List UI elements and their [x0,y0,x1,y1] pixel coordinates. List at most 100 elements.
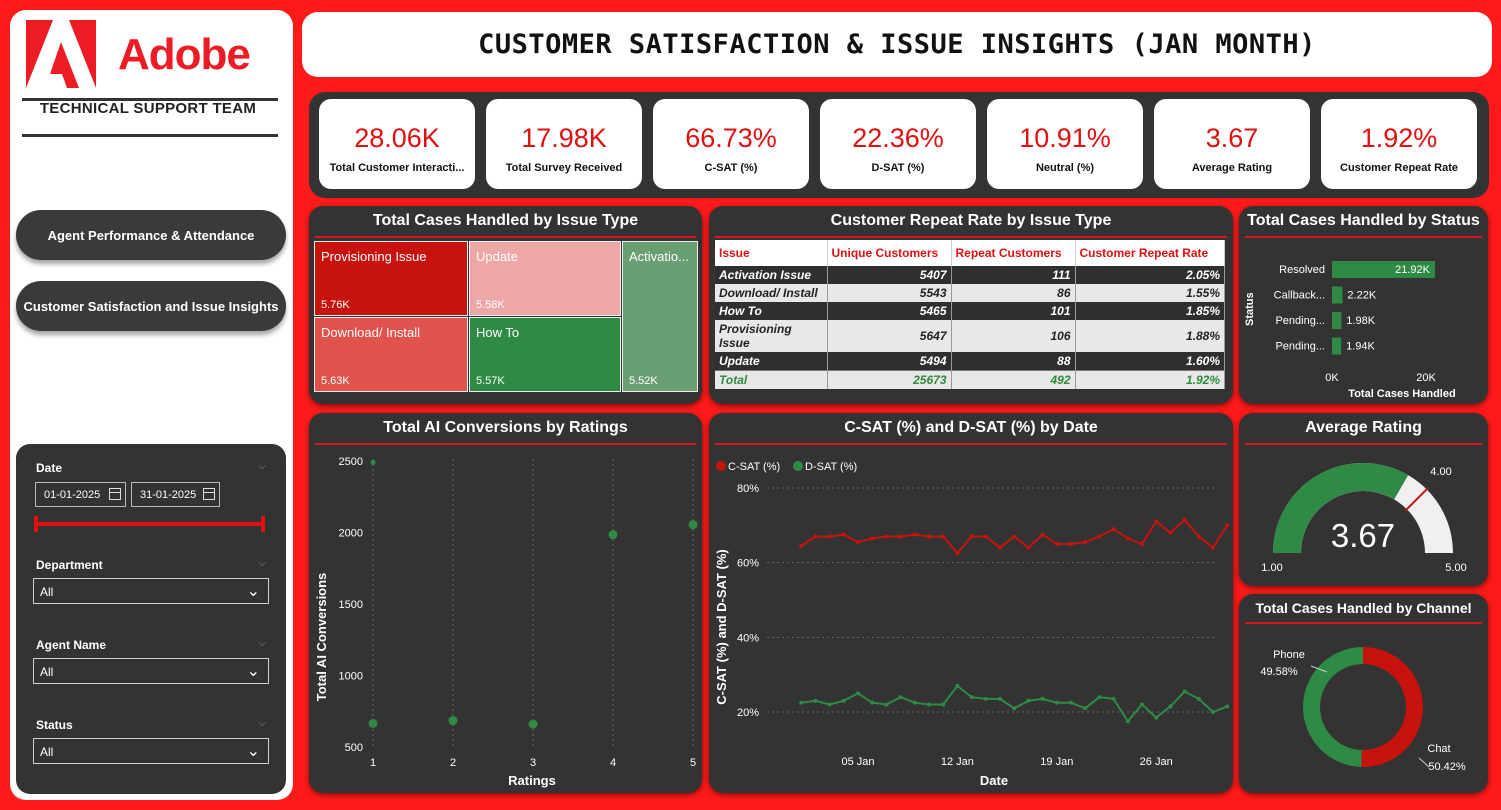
line-point [969,695,974,700]
line-point [983,696,988,701]
table-cell: 2.05% [1075,266,1225,284]
date-slider-handle-end[interactable] [261,516,265,532]
table-cell: 1.55% [1075,284,1225,302]
treemap-cell-activation[interactable]: Activatio... 5.52K [622,241,698,392]
adobe-logo-icon [26,20,96,88]
line-point [1140,542,1144,546]
table-row[interactable]: Activation Issue 5407 111 2.05% [715,266,1225,284]
department-value: All [40,585,54,599]
agent-select[interactable]: All ⌄ [33,658,269,684]
donut-slice-chat[interactable] [1361,647,1423,767]
treemap-panel: Total Cases Handled by Issue Type Provis… [309,206,702,404]
line-point [1111,696,1116,701]
table-cell: 5465 [827,302,952,320]
chevron-down-icon: ⌄ [246,583,260,600]
date-from-input[interactable]: 01-01-2025 [35,482,126,507]
line-y-tick: 80% [737,483,759,495]
column-header[interactable]: Customer Repeat Rate [1075,240,1225,266]
treemap-cell-label: Update [476,249,518,264]
status-bar-chart: Status Resolved 21.92K Callback... 2.22K Pen… [1244,261,1456,400]
line-point [1040,532,1045,537]
date-slider-track[interactable] [36,522,264,526]
line-point [870,536,875,541]
line-point [1111,527,1116,532]
scatter-x-tick: 4 [610,757,616,769]
kpi-card-dsat: 22.36% D-SAT (%) [820,99,976,189]
treemap-cell-provisioning[interactable]: Provisioning Issue 5.76K [314,241,468,316]
column-header[interactable]: Issue [715,240,828,266]
calendar-icon[interactable] [109,488,121,500]
treemap-cell-value: 5.58K [476,299,505,311]
line-point [799,543,804,548]
table-cell: 111 [951,266,1076,284]
status-select[interactable]: All ⌄ [33,738,269,764]
treemap-cell-label: How To [476,325,520,340]
scatter-y-axis-title: Total AI Conversions [314,573,329,702]
page-title: CUSTOMER SATISFACTION & ISSUE INSIGHTS (… [478,29,1316,60]
status-bar-value: 1.98K [1346,315,1375,327]
line-gridlines [767,487,1214,713]
treemap-cell-value: 5.52K [629,375,658,387]
table-cell: Total [715,370,828,389]
table-header-row: Issue Unique Customers Repeat Customers … [715,240,1225,266]
status-bar [1332,312,1342,329]
table-cell: Update [715,352,828,371]
kpi-label: Neutral (%) [1035,162,1095,174]
scatter-point [608,530,618,540]
line-point [927,702,931,707]
table-row[interactable]: Download/ Install 5543 86 1.55% [715,284,1225,302]
department-select[interactable]: All ⌄ [33,578,269,604]
line-point [1097,534,1102,539]
scatter-y-tick: 1500 [339,599,363,611]
line-point [898,534,903,539]
kpi-label: Customer Repeat Rate [1340,162,1458,174]
scatter-x-tick: 2 [450,757,456,769]
department-filter-label: Department [36,558,103,572]
status-x-axis-title: Total Cases Handled [1348,388,1455,400]
repeat-rate-panel: Customer Repeat Rate by Issue Type Issue… [709,206,1233,404]
treemap-cell-download-install[interactable]: Download/ Install 5.63K [314,317,468,392]
line-point [1069,700,1073,705]
repeat-rate-table-wrap: Issue Unique Customers Repeat Customers … [715,240,1225,389]
table-row[interactable]: How To 5465 101 1.85% [715,302,1225,320]
column-header[interactable]: Unique Customers [827,240,952,266]
line-point [1026,698,1031,703]
line-y-tick: 60% [737,558,759,570]
column-header[interactable]: Repeat Customers [951,240,1076,266]
nav-agent-performance-button[interactable]: Agent Performance & Attendance [16,210,286,260]
table-row[interactable]: Update 5494 88 1.60% [715,352,1225,371]
line-point [1154,715,1159,720]
kpi-card-csat: 66.73% C-SAT (%) [653,99,809,189]
scatter-x-axis-title: Ratings [508,773,556,788]
ai-conversions-scatter: 1 2 3 4 5 500 1000 1500 2000 2500 Ratings Total A… [314,456,698,788]
table-total-row: Total 25673 492 1.92% [715,370,1225,389]
kpi-card-neutral: 10.91% Neutral (%) [987,99,1143,189]
line-point [1026,545,1031,550]
line-point [1182,517,1187,522]
table-row[interactable]: Provisioning Issue 5647 106 1.88% [715,320,1225,352]
table-cell: 86 [951,284,1076,302]
chevron-down-icon: ⌄ [246,743,260,760]
status-bar-label: Pending... [1275,341,1325,353]
chevron-down-icon[interactable]: ⌵ [258,558,266,569]
scatter-point [368,718,378,728]
treemap-cell-how-to[interactable]: How To 5.57K [469,317,621,392]
line-point [1211,710,1215,714]
nav-customer-satisfaction-button[interactable]: Customer Satisfaction and Issue Insights [16,281,286,331]
calendar-icon[interactable] [203,488,215,500]
line-y-tick: 40% [737,632,759,644]
line-point [1083,706,1088,711]
line-point [955,683,960,688]
status-x-tick: 0K [1325,372,1339,384]
chevron-down-icon[interactable]: ⌵ [258,638,266,649]
donut-slice-phone[interactable] [1302,647,1363,767]
team-label: TECHNICAL SUPPORT TEAM [39,100,257,117]
table-cell: 5494 [827,352,952,371]
line-point [884,534,889,539]
date-to-input[interactable]: 31-01-2025 [131,482,220,507]
date-slider-handle-start[interactable] [34,516,38,532]
kpi-value: 66.73% [685,123,777,153]
chevron-down-icon[interactable]: ⌵ [258,461,266,472]
chevron-down-icon[interactable]: ⌵ [258,718,266,729]
treemap-cell-update[interactable]: Update 5.58K [469,241,621,316]
